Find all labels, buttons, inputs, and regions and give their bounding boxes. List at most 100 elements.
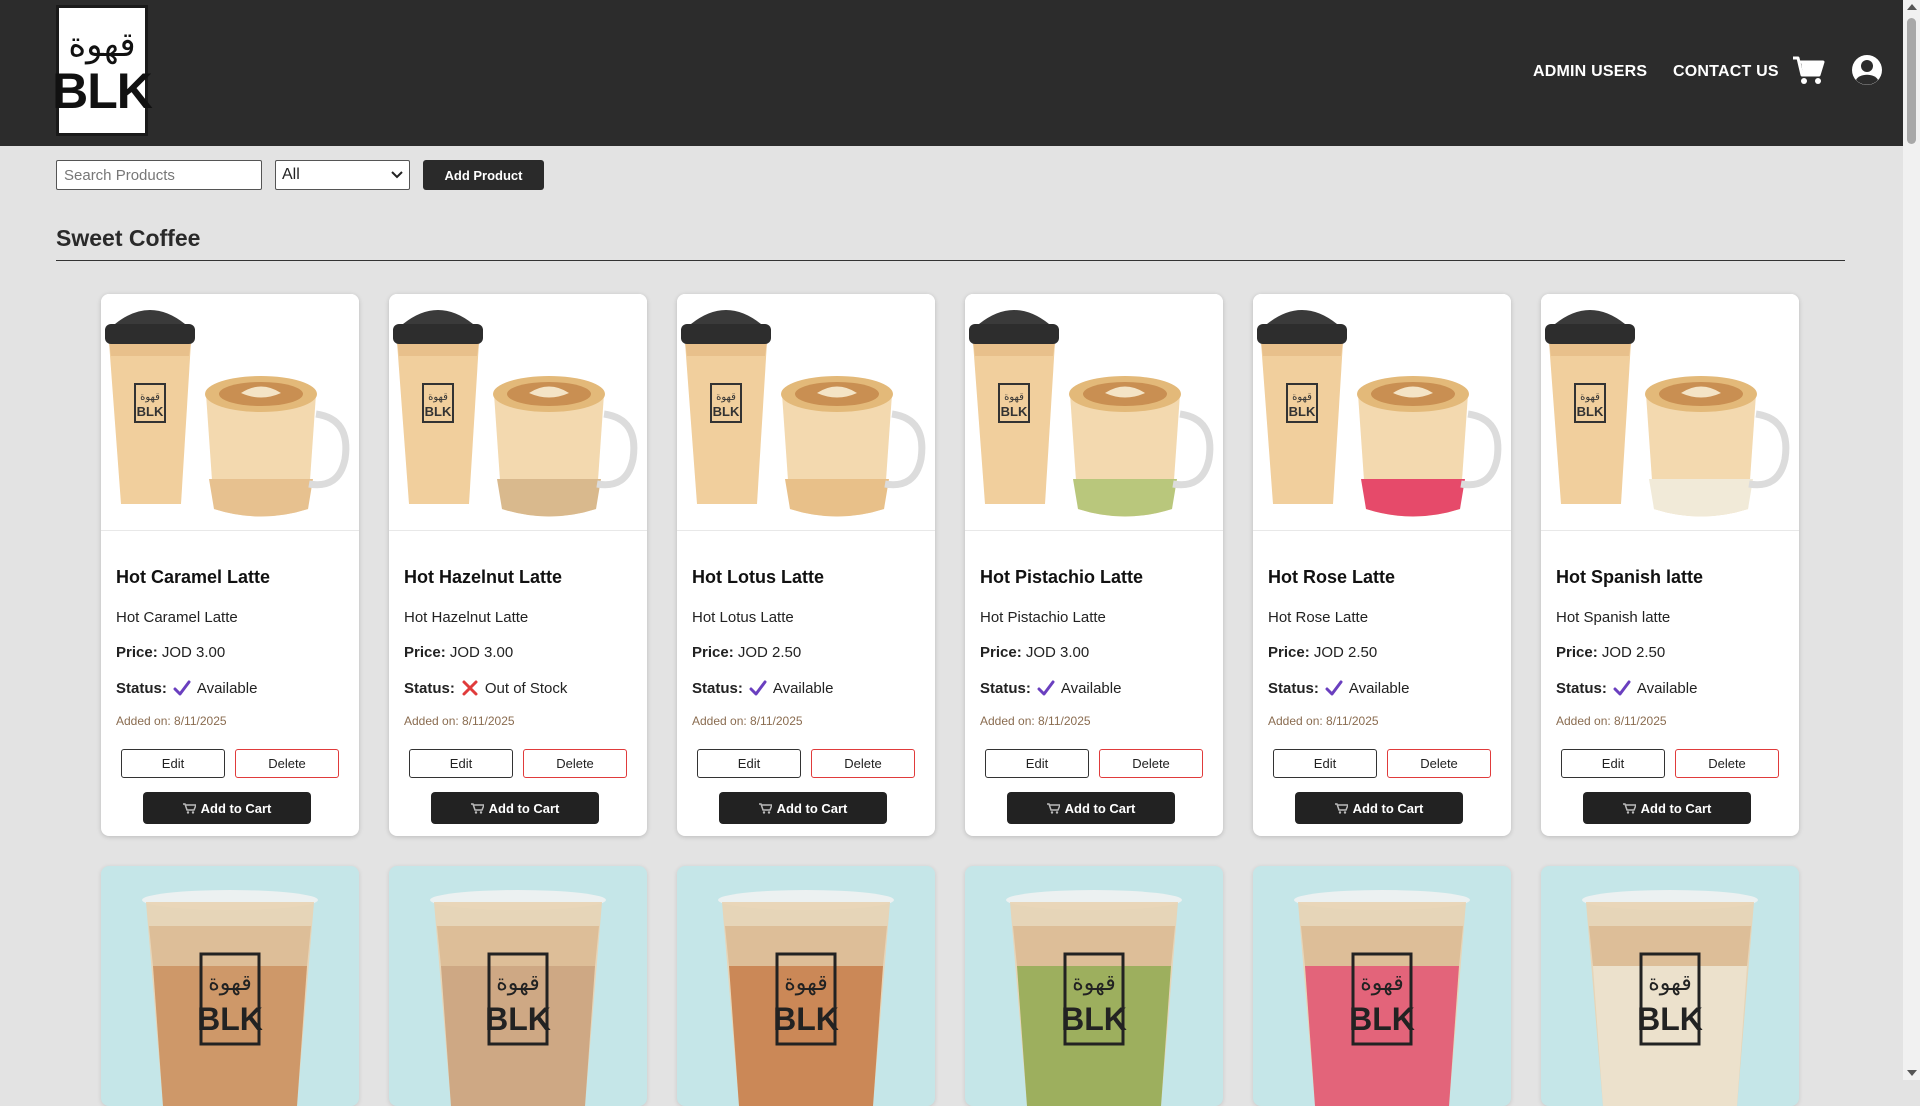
product-added-date: Added on: 8/11/2025 [1556,714,1667,728]
cart-icon [1334,802,1348,814]
svg-text:BLK: BLK [197,1001,263,1037]
page-scrollbar[interactable] [1903,0,1920,1080]
product-description: Hot Hazelnut Latte [404,609,529,626]
product-image-container: قهوة BLK [677,294,935,531]
add-to-cart-label: Add to Cart [776,800,848,816]
svg-text:BLK: BLK [1001,404,1028,419]
add-to-cart-label: Add to Cart [1352,800,1424,816]
delete-button[interactable]: Delete [1099,749,1203,778]
add-to-cart-button[interactable]: Add to Cart [1295,792,1463,824]
status-label: Status: [116,679,167,697]
svg-text:قهوة: قهوة [428,392,448,403]
price-label: Price: [116,644,158,661]
price-value: JOD 3.00 [1025,644,1090,661]
edit-button[interactable]: Edit [697,749,801,778]
user-circle-icon[interactable] [1850,53,1884,87]
product-status: Status: Available [1556,679,1697,697]
top-navigation-bar: قهوة BLK ADMIN USERS CONTACT US [0,0,1903,146]
product-added-date: Added on: 8/11/2025 [980,714,1091,728]
logo-text: BLK [52,62,153,119]
product-description: Hot Caramel Latte [116,609,238,626]
delete-button[interactable]: Delete [235,749,339,778]
add-to-cart-label: Add to Cart [1064,800,1136,816]
price-label: Price: [1556,644,1598,661]
delete-button[interactable]: Delete [1675,749,1779,778]
edit-button[interactable]: Edit [121,749,225,778]
edit-button[interactable]: Edit [1273,749,1377,778]
product-description: Hot Pistachio Latte [980,609,1106,626]
category-filter-select[interactable]: All [275,160,410,190]
nav-admin-users-link[interactable]: ADMIN USERS [1533,63,1647,81]
product-image: قهوة BLK [1582,890,1758,1106]
product-image-container: قهوة BLK [1253,294,1511,531]
price-label: Price: [692,644,734,661]
product-card: قهوة BLK Hot Spanish latte Hot Spanish l… [1541,294,1799,836]
product-image: قهوة BLK [393,310,638,517]
product-card: قهوة BLK Hot Pistachio Latte Hot Pistach… [965,294,1223,836]
add-to-cart-button[interactable]: Add to Cart [431,792,599,824]
svg-text:قهوة: قهوة [1360,971,1404,996]
price-value: JOD 3.00 [449,644,514,661]
price-label: Price: [1268,644,1310,661]
status-label: Status: [980,679,1031,697]
status-label: Status: [1268,679,1319,697]
product-status: Status: Available [116,679,257,697]
edit-button[interactable]: Edit [1561,749,1665,778]
svg-text:قهوة: قهوة [1292,392,1312,403]
product-image-container: قهوة BLK [965,294,1223,531]
product-image-container: قهوة BLK [1541,294,1799,531]
edit-button[interactable]: Edit [409,749,513,778]
price-label: Price: [980,644,1022,661]
product-card: قهوة BLK Hot Caramel Latte Hot Caramel L… [101,294,359,836]
svg-text:BLK: BLK [425,404,452,419]
checkmark-icon [1037,680,1055,696]
checkmark-icon [1325,680,1343,696]
add-to-cart-label: Add to Cart [1640,800,1712,816]
product-added-date: Added on: 8/11/2025 [692,714,803,728]
svg-text:BLK: BLK [1061,1001,1127,1037]
svg-text:BLK: BLK [1637,1001,1703,1037]
status-value: Available [1636,679,1698,697]
price-value: JOD 3.00 [161,644,226,661]
product-price: Price: JOD 2.50 [1268,644,1377,661]
cart-icon[interactable] [1791,53,1825,87]
product-title: Hot Lotus Latte [692,567,824,587]
product-price: Price: JOD 3.00 [980,644,1089,661]
product-card: قهوة BLK [1541,866,1799,1106]
product-status: Status: Out of Stock [404,679,567,697]
add-to-cart-button[interactable]: Add to Cart [143,792,311,824]
add-to-cart-button[interactable]: Add to Cart [1007,792,1175,824]
product-image: قهوة BLK [1545,310,1790,517]
delete-button[interactable]: Delete [811,749,915,778]
add-to-cart-button[interactable]: Add to Cart [1583,792,1751,824]
svg-text:قهوة: قهوة [1072,971,1116,996]
delete-button[interactable]: Delete [523,749,627,778]
product-status: Status: Available [1268,679,1409,697]
price-value: JOD 2.50 [1601,644,1666,661]
scroll-down-arrow[interactable] [1907,1070,1917,1076]
svg-text:BLK: BLK [1289,404,1316,419]
product-card: قهوة BLK Hot Rose Latte Hot Rose Latte P… [1253,294,1511,836]
nav-contact-us-link[interactable]: CONTACT US [1673,63,1779,81]
status-value: Out of Stock [484,679,568,697]
product-card: قهوة BLK [677,866,935,1106]
product-price: Price: JOD 3.00 [116,644,225,661]
product-title: Hot Caramel Latte [116,567,271,587]
add-to-cart-button[interactable]: Add to Cart [719,792,887,824]
product-image-container: قهوة BLK [101,294,359,531]
cart-icon [1046,802,1060,814]
checkmark-icon [1613,680,1631,696]
scroll-up-arrow[interactable] [1907,4,1917,10]
product-card: قهوة BLK [389,866,647,1106]
svg-text:BLK: BLK [137,404,164,419]
section-divider [56,260,1845,261]
edit-button[interactable]: Edit [985,749,1089,778]
product-card: قهوة BLK Hot Hazelnut Latte Hot Hazelnut… [389,294,647,836]
product-image: قهوة BLK [142,890,318,1106]
add-product-button[interactable]: Add Product [423,160,544,190]
search-products-input[interactable] [56,160,262,190]
brand-logo[interactable]: قهوة BLK [52,5,153,136]
scrollbar-thumb[interactable] [1907,18,1916,144]
delete-button[interactable]: Delete [1387,749,1491,778]
product-image-container: قهوة BLK [389,294,647,531]
